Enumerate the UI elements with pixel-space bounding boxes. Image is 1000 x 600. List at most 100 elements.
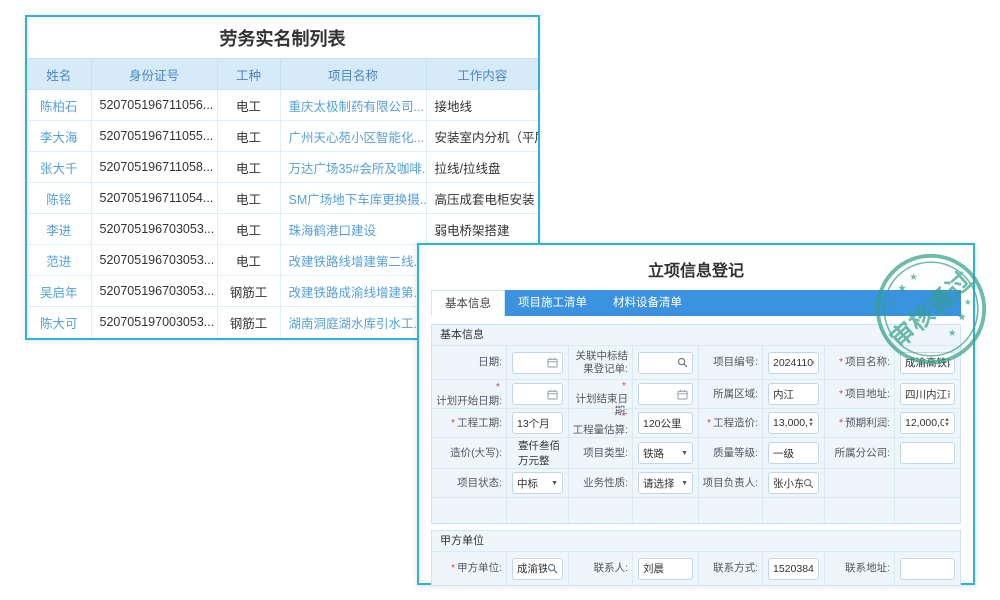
worker-name-link[interactable]: 李进 bbox=[46, 224, 71, 238]
quantity-input[interactable] bbox=[638, 412, 693, 434]
empty-cell bbox=[632, 497, 698, 523]
quality-input[interactable] bbox=[768, 442, 819, 464]
date-input[interactable] bbox=[512, 352, 563, 374]
project-type-select[interactable]: 铁路 ▼ bbox=[638, 442, 693, 464]
address-input[interactable] bbox=[900, 383, 955, 405]
id-number-cell: 520705196711058... bbox=[91, 152, 217, 183]
calendar-icon[interactable] bbox=[547, 357, 558, 368]
start-date-input[interactable] bbox=[512, 383, 563, 405]
project-status-select[interactable]: 中标 ▼ bbox=[512, 472, 563, 494]
project-name-link[interactable]: 重庆太极制药有限公司... bbox=[289, 100, 424, 114]
business-label: 业务性质: bbox=[568, 468, 632, 497]
col-header-name: 姓名 bbox=[27, 59, 91, 90]
branch-label: 所属分公司: bbox=[824, 437, 894, 468]
worker-name-link[interactable]: 范进 bbox=[46, 255, 71, 269]
project-name-link[interactable]: 改建铁路线增建第二线... bbox=[289, 255, 424, 269]
party-a-search-input[interactable] bbox=[512, 558, 563, 580]
worker-name-link[interactable]: 陈大可 bbox=[40, 317, 78, 331]
tab-basic-info[interactable]: 基本信息 bbox=[431, 290, 505, 316]
quantity-label: *工程量估算: bbox=[568, 408, 632, 437]
work-type-cell: 电工 bbox=[217, 90, 280, 121]
work-type-cell: 电工 bbox=[217, 214, 280, 245]
project-no-label: 项目编号: bbox=[698, 345, 762, 379]
labor-table-header-row: 姓名 身份证号 工种 项目名称 工作内容 bbox=[27, 59, 538, 90]
bid-result-field[interactable] bbox=[643, 357, 677, 369]
tab-construction-list[interactable]: 项目施工清单 bbox=[505, 290, 600, 316]
manager-label: 项目负责人: bbox=[698, 468, 762, 497]
calendar-icon[interactable] bbox=[547, 389, 558, 400]
table-row: 李进 520705196703053... 电工 珠海鹤港口建设 弱电桥架搭建 bbox=[27, 214, 538, 245]
id-number-cell: 520705197003053... bbox=[91, 307, 217, 338]
worker-name-link[interactable]: 陈柏石 bbox=[40, 100, 78, 114]
worker-name-link[interactable]: 张大千 bbox=[40, 162, 78, 176]
project-no-input[interactable] bbox=[768, 352, 819, 374]
col-header-id-number: 身份证号 bbox=[91, 59, 217, 90]
col-header-work-content: 工作内容 bbox=[426, 59, 538, 90]
empty-cell bbox=[432, 497, 506, 523]
party-a-field[interactable] bbox=[517, 563, 547, 575]
end-date-input[interactable] bbox=[638, 383, 693, 405]
branch-input[interactable] bbox=[900, 442, 955, 464]
contact-input[interactable] bbox=[638, 558, 693, 580]
project-name-link[interactable]: 广州天心苑小区智能化... bbox=[289, 131, 424, 145]
manager-field[interactable] bbox=[773, 477, 803, 489]
dropdown-arrow-icon[interactable]: ▼ bbox=[551, 480, 558, 487]
number-spinner[interactable]: ▲▼ bbox=[808, 418, 814, 428]
business-nature-select[interactable]: 请选择 ▼ bbox=[638, 472, 693, 494]
cost-number-input[interactable]: ▲▼ bbox=[768, 412, 819, 434]
cost-field[interactable] bbox=[773, 417, 808, 429]
date-label: 日期: bbox=[432, 345, 506, 379]
id-number-cell: 520705196703053... bbox=[91, 276, 217, 307]
region-input[interactable] bbox=[768, 383, 819, 405]
dropdown-arrow-icon[interactable]: ▼ bbox=[681, 450, 688, 457]
project-name-link[interactable]: 万达广场35#会所及咖啡... bbox=[289, 162, 427, 176]
party-a-section: 甲方单位 *甲方单位: 联系人: 联系方式: 联系地址: bbox=[431, 530, 961, 586]
phone-input[interactable] bbox=[768, 558, 819, 580]
dropdown-arrow-icon[interactable]: ▼ bbox=[681, 480, 688, 487]
phone-label: 联系方式: bbox=[698, 551, 762, 585]
work-type-cell: 钢筋工 bbox=[217, 307, 280, 338]
worker-name-link[interactable]: 吴启年 bbox=[40, 286, 78, 300]
number-spinner[interactable]: ▲▼ bbox=[944, 418, 950, 428]
project-name-link[interactable]: SM广场地下车库更换摄... bbox=[289, 193, 427, 207]
work-type-cell: 电工 bbox=[217, 245, 280, 276]
project-name-link[interactable]: 改建铁路成渝线增建第... bbox=[289, 286, 424, 300]
empty-cell bbox=[762, 497, 824, 523]
work-type-cell: 电工 bbox=[217, 152, 280, 183]
spinner-down-icon[interactable]: ▼ bbox=[808, 423, 814, 428]
bid-result-search-input[interactable] bbox=[638, 352, 693, 374]
project-name-link[interactable]: 湖南洞庭湖水库引水工... bbox=[289, 317, 424, 331]
search-icon[interactable] bbox=[803, 478, 814, 489]
address-label: *项目地址: bbox=[824, 379, 894, 408]
empty-cell bbox=[698, 497, 762, 523]
tab-bar: 基本信息 项目施工清单 材料设备清单 bbox=[431, 290, 961, 316]
worker-name-link[interactable]: 李大海 bbox=[40, 131, 78, 145]
end-date-label: *计划结束日期: bbox=[568, 379, 632, 408]
tab-materials-list[interactable]: 材料设备清单 bbox=[600, 290, 695, 316]
region-label: 所属区域: bbox=[698, 379, 762, 408]
duration-label: *工程工期: bbox=[432, 408, 506, 437]
profit-label: *预期利润: bbox=[824, 408, 894, 437]
duration-input[interactable] bbox=[512, 412, 563, 434]
project-name-link[interactable]: 珠海鹤港口建设 bbox=[289, 224, 377, 238]
required-marker: * bbox=[622, 380, 626, 393]
date-input-field[interactable] bbox=[517, 357, 547, 369]
calendar-icon[interactable] bbox=[677, 389, 688, 400]
contact-address-input[interactable] bbox=[900, 558, 955, 580]
manager-search-input[interactable] bbox=[768, 472, 819, 494]
cost-label: *工程造价: bbox=[698, 408, 762, 437]
id-number-cell: 520705196711055... bbox=[91, 121, 217, 152]
project-name-label: *项目名称: bbox=[824, 345, 894, 379]
required-marker: * bbox=[451, 417, 455, 430]
search-icon[interactable] bbox=[547, 563, 558, 574]
party-a-section-title: 甲方单位 bbox=[432, 531, 960, 551]
profit-field[interactable] bbox=[905, 417, 944, 429]
start-date-field[interactable] bbox=[517, 388, 547, 400]
worker-name-link[interactable]: 陈铭 bbox=[46, 193, 71, 207]
project-name-input[interactable] bbox=[900, 352, 955, 374]
labor-panel-title: 劳务实名制列表 bbox=[27, 17, 538, 58]
spinner-down-icon[interactable]: ▼ bbox=[944, 423, 950, 428]
profit-number-input[interactable]: ▲▼ bbox=[900, 412, 955, 434]
end-date-field[interactable] bbox=[643, 388, 677, 400]
search-icon[interactable] bbox=[677, 357, 688, 368]
